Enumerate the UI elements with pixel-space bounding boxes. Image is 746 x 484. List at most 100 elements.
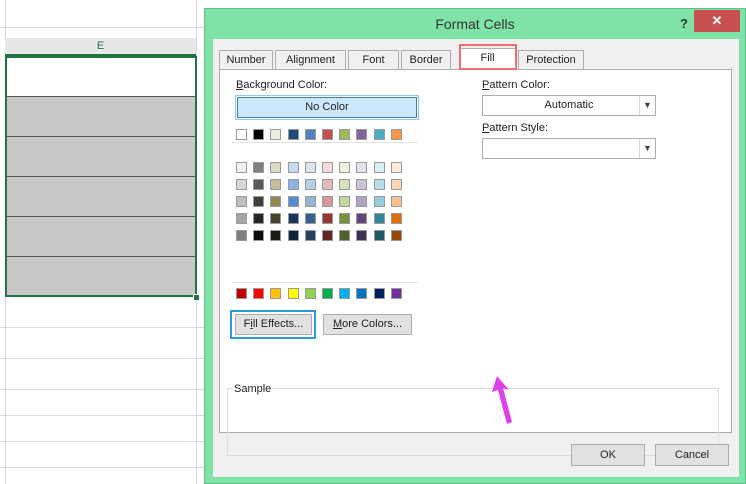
pattern-style-select[interactable]: ▼	[482, 138, 656, 159]
color-swatch[interactable]	[391, 196, 402, 207]
color-swatch[interactable]	[270, 162, 281, 173]
more-colors-button[interactable]: More Colors...	[323, 314, 412, 335]
pattern-style-label: Pattern Style:	[482, 122, 549, 134]
color-swatch[interactable]	[339, 230, 350, 241]
color-swatch[interactable]	[374, 230, 385, 241]
color-swatch[interactable]	[253, 288, 264, 299]
color-swatch[interactable]	[236, 196, 247, 207]
color-swatch[interactable]	[356, 288, 367, 299]
color-swatch[interactable]	[288, 196, 299, 207]
color-swatch[interactable]	[305, 162, 316, 173]
tab-font[interactable]: Font	[348, 50, 399, 69]
color-swatch[interactable]	[391, 179, 402, 190]
color-swatch[interactable]	[322, 162, 333, 173]
color-swatch[interactable]	[356, 230, 367, 241]
color-swatch[interactable]	[356, 196, 367, 207]
chevron-down-icon[interactable]: ▼	[639, 139, 655, 158]
color-swatch[interactable]	[270, 213, 281, 224]
no-color-button[interactable]: No Color	[237, 97, 417, 118]
annotation-arrow-icon	[492, 376, 512, 424]
fill-effects-label: Fill Effects...	[243, 318, 304, 330]
color-swatch[interactable]	[322, 196, 333, 207]
color-swatch[interactable]	[288, 213, 299, 224]
tab-protection[interactable]: Protection	[518, 50, 584, 69]
chevron-down-icon[interactable]: ▼	[639, 96, 655, 115]
color-swatch[interactable]	[305, 230, 316, 241]
color-swatch[interactable]	[374, 129, 385, 140]
tab-number[interactable]: Number	[219, 50, 273, 69]
color-swatch[interactable]	[253, 179, 264, 190]
help-button[interactable]: ?	[675, 15, 693, 33]
color-swatch[interactable]	[322, 230, 333, 241]
color-swatch[interactable]	[322, 129, 333, 140]
ok-button[interactable]: OK	[571, 444, 645, 466]
gridline	[0, 389, 205, 390]
pattern-color-select[interactable]: Automatic ▼	[482, 95, 656, 116]
column-header-e[interactable]: E	[5, 38, 196, 56]
color-swatch[interactable]	[236, 230, 247, 241]
color-swatch[interactable]	[356, 179, 367, 190]
color-swatch[interactable]	[253, 196, 264, 207]
gridline	[0, 327, 205, 328]
color-swatch[interactable]	[288, 179, 299, 190]
color-swatch[interactable]	[270, 230, 281, 241]
pattern-color-label: Pattern Color:	[482, 79, 550, 91]
fill-effects-button[interactable]: Fill Effects...	[235, 314, 312, 335]
color-swatch[interactable]	[305, 213, 316, 224]
close-button[interactable]: ✕	[694, 10, 740, 32]
color-swatch[interactable]	[322, 179, 333, 190]
color-swatch[interactable]	[339, 129, 350, 140]
color-swatch[interactable]	[270, 196, 281, 207]
selected-range[interactable]	[5, 56, 197, 297]
color-swatch[interactable]	[270, 179, 281, 190]
color-swatch[interactable]	[391, 288, 402, 299]
color-swatch[interactable]	[288, 288, 299, 299]
color-swatch[interactable]	[391, 162, 402, 173]
color-swatch[interactable]	[356, 213, 367, 224]
color-swatch[interactable]	[322, 213, 333, 224]
color-swatch[interactable]	[322, 288, 333, 299]
color-swatch[interactable]	[236, 162, 247, 173]
color-swatch[interactable]	[236, 179, 247, 190]
color-swatch[interactable]	[270, 288, 281, 299]
color-swatch[interactable]	[339, 288, 350, 299]
color-swatch[interactable]	[288, 230, 299, 241]
color-swatch[interactable]	[305, 288, 316, 299]
color-swatch[interactable]	[374, 162, 385, 173]
color-swatch[interactable]	[374, 179, 385, 190]
color-swatch[interactable]	[305, 179, 316, 190]
color-swatch[interactable]	[391, 230, 402, 241]
color-swatch[interactable]	[391, 129, 402, 140]
color-swatch[interactable]	[288, 162, 299, 173]
color-swatch[interactable]	[374, 213, 385, 224]
color-swatch[interactable]	[374, 196, 385, 207]
gridline	[0, 358, 205, 359]
color-swatch[interactable]	[339, 196, 350, 207]
tab-border[interactable]: Border	[401, 50, 451, 69]
gridline	[0, 467, 205, 468]
color-swatch[interactable]	[253, 162, 264, 173]
color-swatch[interactable]	[288, 129, 299, 140]
color-swatch[interactable]	[305, 129, 316, 140]
color-swatch[interactable]	[356, 162, 367, 173]
color-swatch[interactable]	[374, 288, 385, 299]
color-swatch[interactable]	[339, 162, 350, 173]
color-swatch[interactable]	[339, 213, 350, 224]
format-cells-dialog: Format Cells ? ✕ Number Alignment Font B…	[204, 8, 746, 484]
color-swatch[interactable]	[305, 196, 316, 207]
color-swatch[interactable]	[236, 288, 247, 299]
color-swatch[interactable]	[253, 230, 264, 241]
color-swatch[interactable]	[339, 179, 350, 190]
sample-preview	[227, 388, 719, 456]
color-swatch[interactable]	[253, 129, 264, 140]
cancel-button[interactable]: Cancel	[655, 444, 729, 466]
color-swatch[interactable]	[270, 129, 281, 140]
tab-alignment[interactable]: Alignment	[275, 50, 346, 69]
color-swatch[interactable]	[236, 129, 247, 140]
color-swatch[interactable]	[391, 213, 402, 224]
color-swatch[interactable]	[253, 213, 264, 224]
fill-handle[interactable]	[193, 294, 200, 301]
dialog-titlebar[interactable]: Format Cells ? ✕	[205, 9, 745, 39]
color-swatch[interactable]	[356, 129, 367, 140]
color-swatch[interactable]	[236, 213, 247, 224]
